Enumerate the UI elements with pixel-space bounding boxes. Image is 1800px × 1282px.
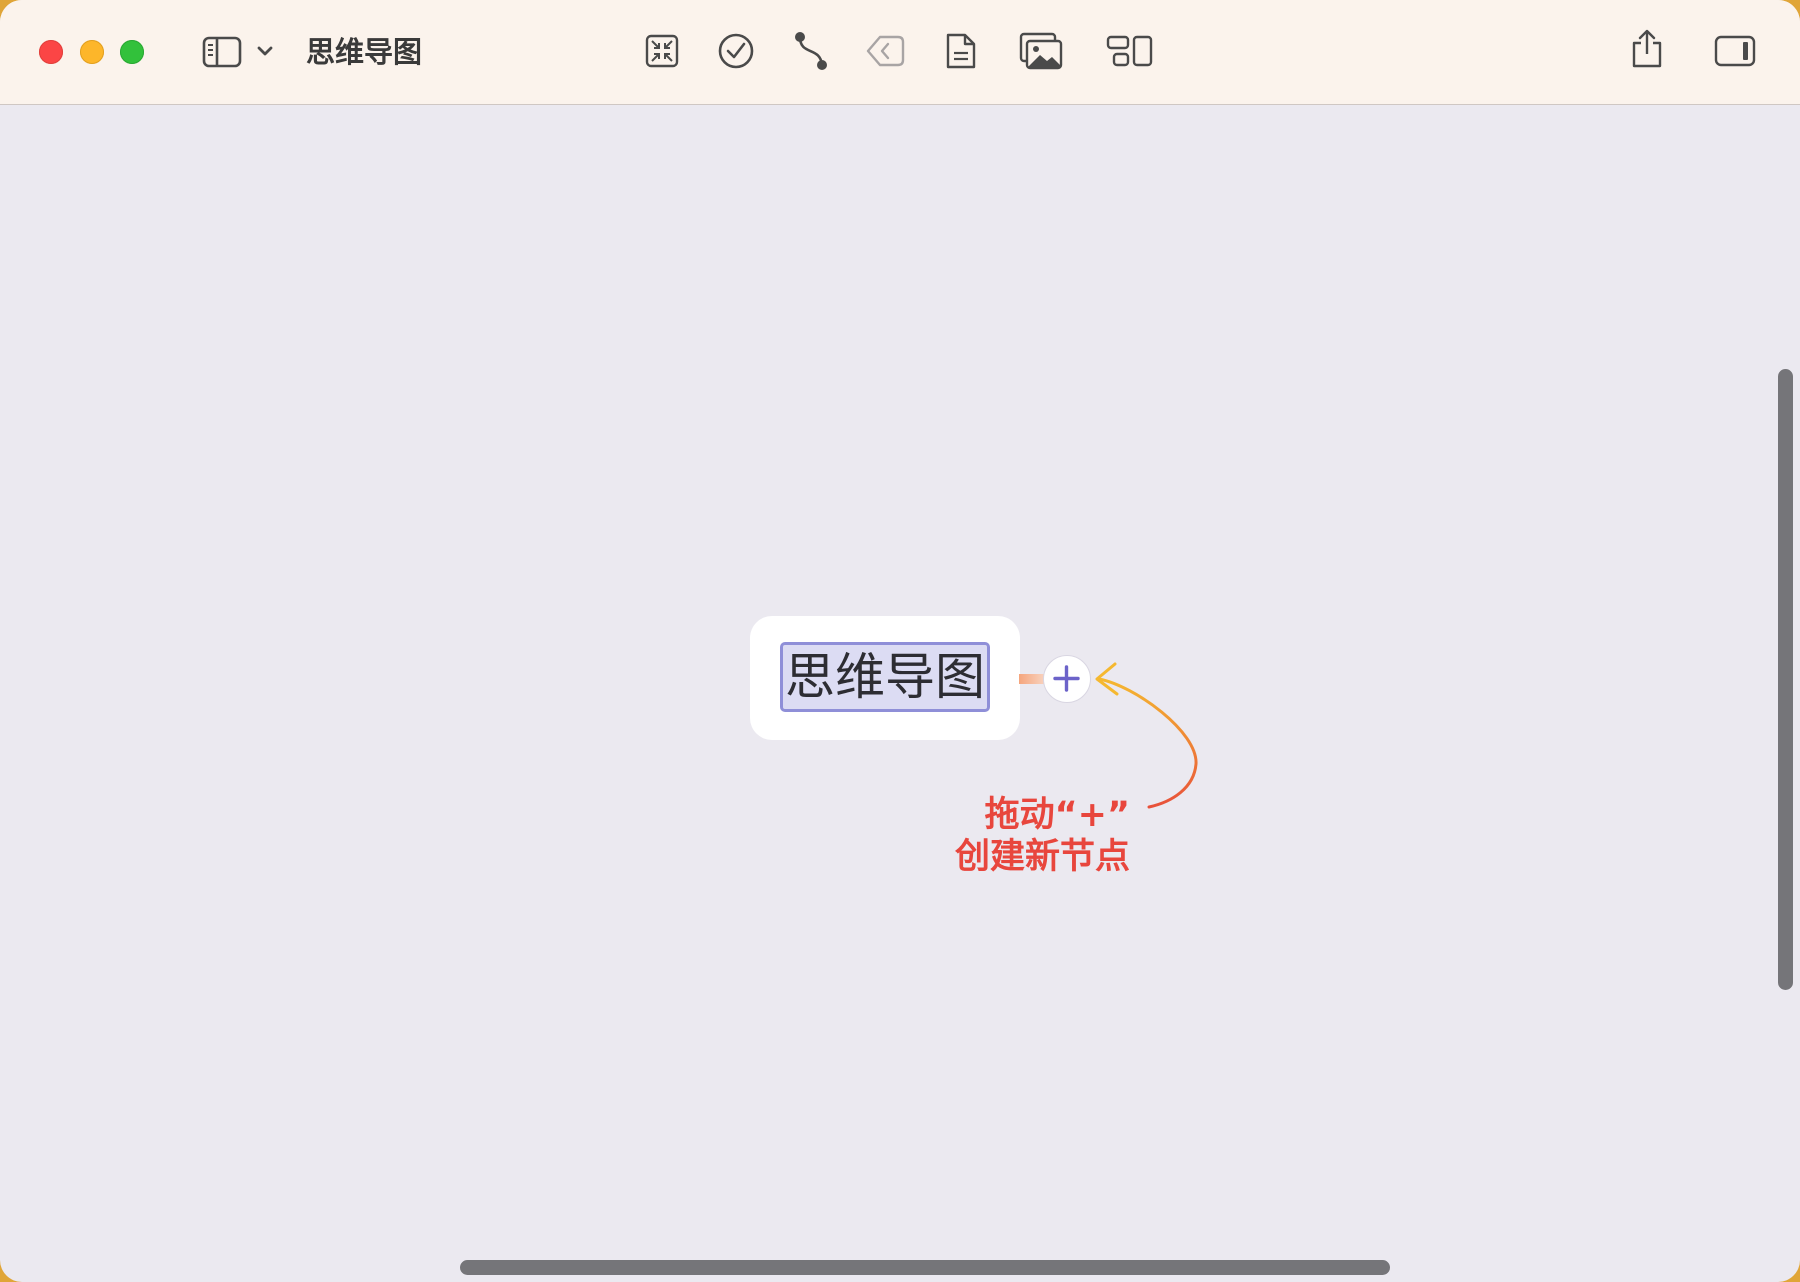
- title-bar: 思维导图: [0, 0, 1800, 105]
- central-topic-text[interactable]: 思维导图: [780, 642, 990, 712]
- close-window-button[interactable]: [39, 40, 63, 64]
- horizontal-scrollbar[interactable]: [460, 1260, 1390, 1275]
- relationship-icon[interactable]: [792, 30, 832, 72]
- document-title: 思维导图: [306, 35, 423, 69]
- chevron-down-icon[interactable]: [254, 40, 276, 62]
- app-window: 思维导图 思维导图 拖动“+” 创建新节点: [0, 0, 1800, 1282]
- vertical-scrollbar[interactable]: [1778, 369, 1793, 990]
- zoom-window-button[interactable]: [120, 40, 144, 64]
- share-icon[interactable]: [1629, 28, 1665, 70]
- image-icon[interactable]: [1018, 31, 1064, 71]
- node-connector: [1019, 674, 1045, 684]
- note-icon[interactable]: [944, 31, 978, 71]
- inspector-panel-icon[interactable]: [1713, 34, 1757, 68]
- sidebar-toggle-icon[interactable]: [200, 34, 244, 70]
- collapse-icon[interactable]: [644, 33, 680, 69]
- tag-icon[interactable]: [864, 32, 906, 70]
- layout-icon[interactable]: [1106, 34, 1154, 68]
- annotation-text-line2: 创建新节点: [954, 837, 1130, 877]
- task-check-icon[interactable]: [717, 32, 755, 70]
- minimize-window-button[interactable]: [80, 40, 104, 64]
